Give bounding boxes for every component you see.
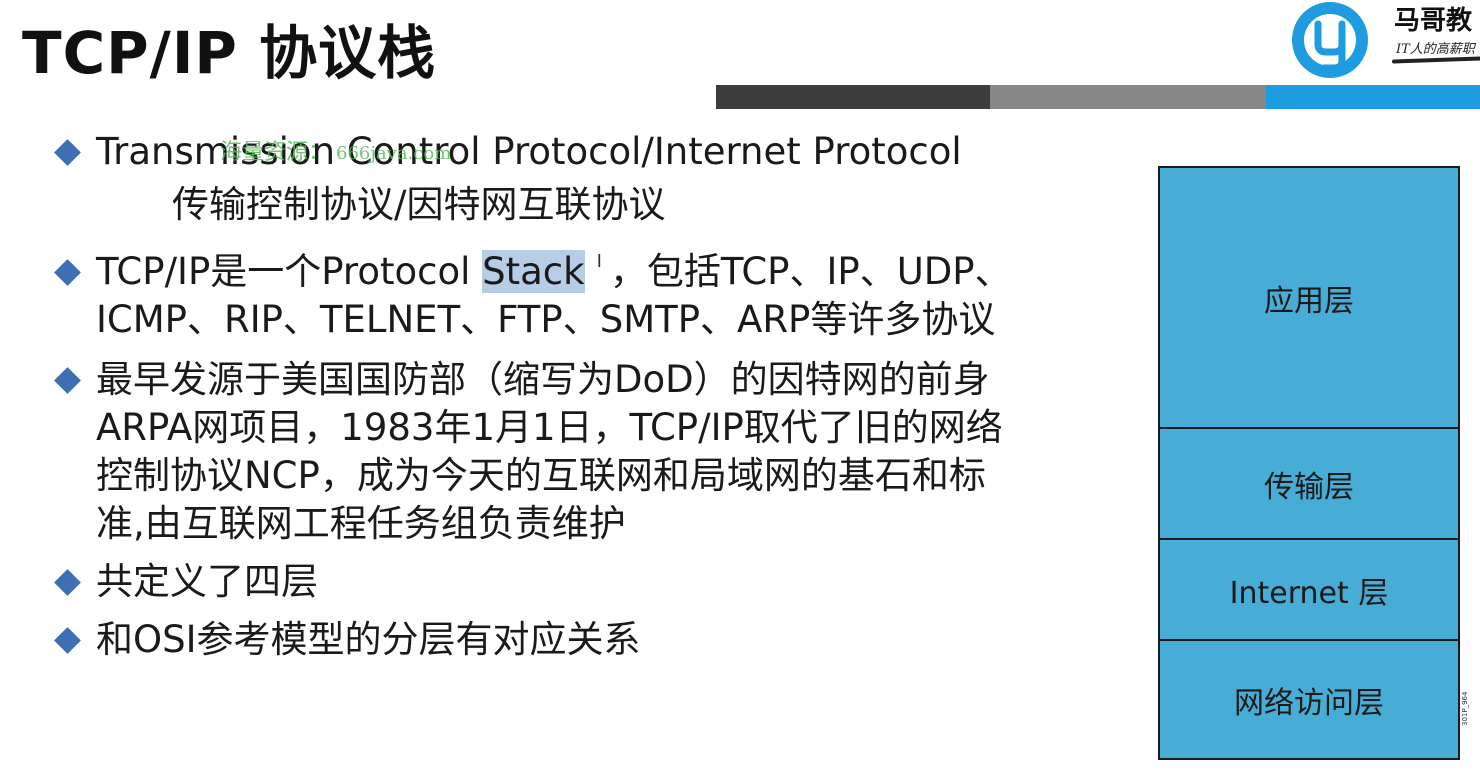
figure-id: 301P_964: [1461, 691, 1469, 726]
logo-name: 马哥教: [1394, 6, 1473, 36]
logo-slogan: IT人的高薪职: [1396, 42, 1475, 57]
tcpip-layer-stack: 应用层 传输层 Internet 层 网络访问层: [1158, 166, 1460, 760]
slide: TCP/IP 协议栈 马哥教 IT人的高薪职 Transmission Cont…: [0, 0, 1480, 778]
bullet-item: 共定义了四层: [52, 558, 1112, 606]
bullet-item: Transmission Control Protocol/Internet P…: [52, 128, 1112, 176]
diamond-bullet-icon: [54, 259, 81, 286]
bullet-text-suffix: ，包括TCP、IP、UDP、: [609, 250, 1012, 293]
layer-transport: 传输层: [1160, 429, 1458, 540]
bullet-item: 和OSI参考模型的分层有对应关系: [52, 616, 1112, 664]
slide-title: TCP/IP 协议栈: [22, 19, 437, 87]
bullet-text: 共定义了四层: [96, 560, 318, 603]
diamond-bullet-icon: [54, 367, 81, 394]
bullet-subtext: 传输控制协议/因特网互联协议: [172, 183, 666, 226]
diamond-bullet-icon: [54, 139, 81, 166]
logo-icon: [1292, 2, 1368, 78]
header-bar-dark: [716, 85, 990, 109]
bullet-item: TCP/IP是一个Protocol Stack I ，包括TCP、IP、UDP、 I…: [52, 248, 1112, 344]
logo-underline: [1391, 56, 1480, 64]
watermark: 海量资源： 666java.com: [220, 134, 451, 166]
watermark-text: 海量资源：: [220, 140, 331, 165]
bullet-text: ICMP、RIP、TELNET、FTP、SMTP、ARP等许多协议: [96, 298, 996, 341]
bullet-text: 控制协议NCP，成为今天的互联网和局域网的基石和标: [96, 454, 986, 497]
watermark-domain: 666java.com: [336, 143, 452, 164]
header-bar-gray: [990, 85, 1266, 109]
diamond-bullet-icon: [54, 569, 81, 596]
bullet-text: 准,由互联网工程任务组负责维护: [96, 502, 626, 545]
diamond-bullet-icon: [54, 627, 81, 654]
bullet-text: ARPA网项目，1983年1月1日，TCP/IP取代了旧的网络: [96, 406, 1003, 449]
brand-logo: 马哥教 IT人的高薪职: [1288, 0, 1480, 80]
bullet-text-prefix: TCP/IP是一个Protocol: [96, 250, 483, 293]
layer-application: 应用层: [1160, 168, 1458, 429]
bullet-item: 最早发源于美国国防部（缩写为DoD）的因特网的前身 ARPA网项目，1983年1…: [52, 356, 1112, 548]
bullet-text: 和OSI参考模型的分层有对应关系: [96, 618, 641, 661]
layer-internet: Internet 层: [1160, 540, 1458, 641]
bullet-list: Transmission Control Protocol/Internet P…: [52, 128, 1112, 664]
selected-text[interactable]: Stack: [482, 250, 585, 293]
layer-network-access: 网络访问层: [1234, 685, 1384, 721]
text-cursor-icon: I: [596, 251, 602, 272]
header-bar-blue: [1266, 85, 1480, 109]
bullet-text: 最早发源于美国国防部（缩写为DoD）的因特网的前身: [96, 358, 990, 401]
